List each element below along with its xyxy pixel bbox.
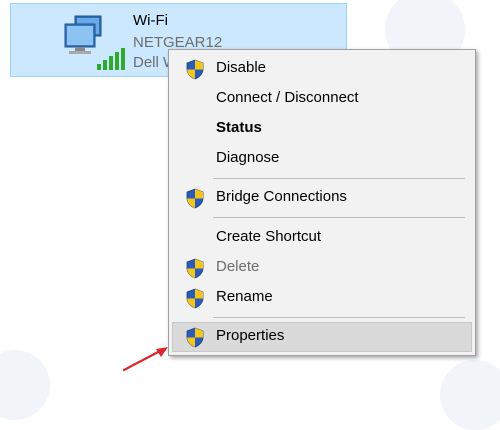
menu-item-diagnose[interactable]: Diagnose <box>172 144 472 174</box>
menu-separator <box>213 317 465 318</box>
menu-item-create-shortcut[interactable]: Create Shortcut <box>172 223 472 253</box>
menu-item-label: Status <box>216 119 262 136</box>
menu-separator <box>213 217 465 218</box>
watermark-circle <box>0 350 50 420</box>
menu-item-disable[interactable]: Disable <box>172 54 472 84</box>
menu-item-label: Rename <box>216 288 273 305</box>
network-adapter-icon <box>64 15 125 70</box>
menu-item-label: Properties <box>216 327 285 344</box>
menu-item-label: Delete <box>216 258 260 275</box>
menu-item-label: Connect / Disconnect <box>216 89 359 106</box>
menu-item-properties[interactable]: Properties <box>172 322 472 352</box>
uac-shield-icon <box>186 288 204 309</box>
uac-shield-icon <box>186 188 204 209</box>
uac-shield-icon <box>186 327 204 348</box>
context-menu: Disable Connect / Disconnect Status Diag… <box>168 49 476 356</box>
adapter-name: Wi-Fi <box>133 12 168 29</box>
menu-item-label: Bridge Connections <box>216 188 347 205</box>
red-arrow-annotation <box>122 347 168 372</box>
uac-shield-icon <box>186 258 204 279</box>
menu-item-bridge-connections[interactable]: Bridge Connections <box>172 183 472 213</box>
menu-item-label: Diagnose <box>216 149 280 166</box>
menu-item-label: Disable <box>216 59 267 76</box>
uac-shield-icon <box>186 59 204 80</box>
menu-item-connect-disconnect[interactable]: Connect / Disconnect <box>172 84 472 114</box>
menu-item-label: Create Shortcut <box>216 228 322 245</box>
menu-item-status[interactable]: Status <box>172 114 472 144</box>
menu-item-rename[interactable]: Rename <box>172 283 472 313</box>
menu-separator <box>213 178 465 179</box>
watermark-circle <box>440 360 500 430</box>
menu-item-delete: Delete <box>172 253 472 283</box>
